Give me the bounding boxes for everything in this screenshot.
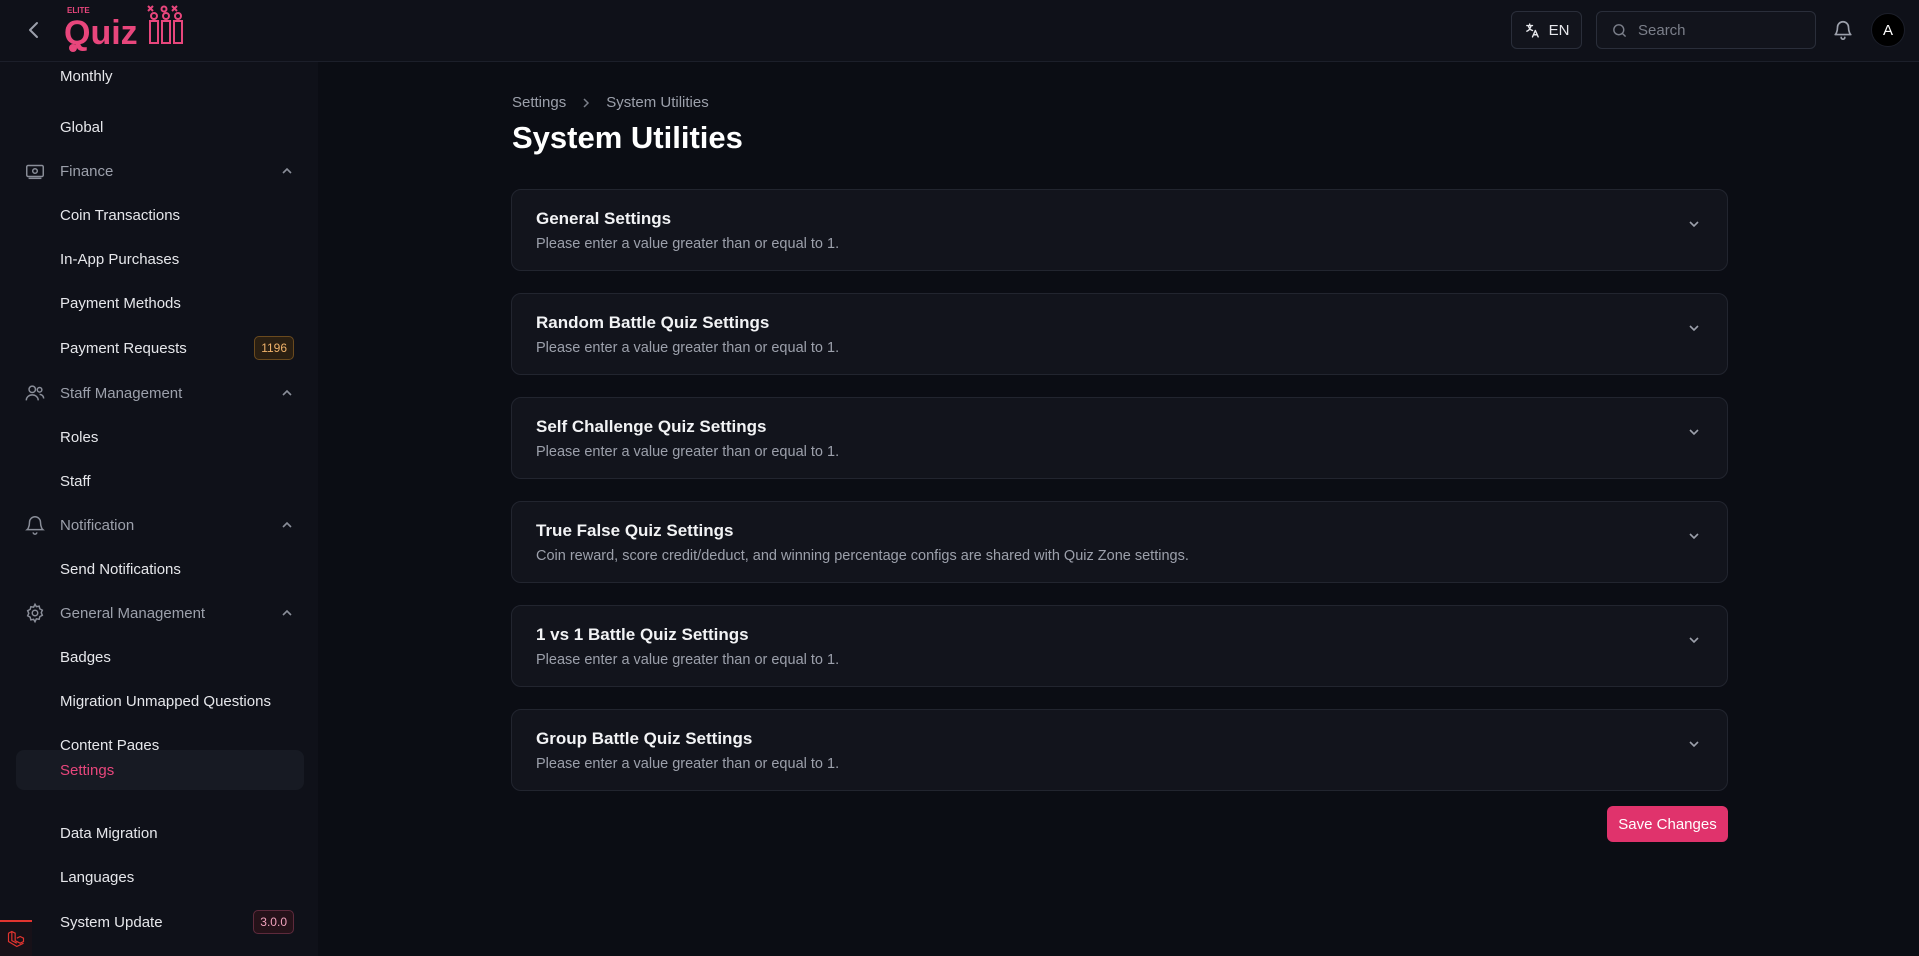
section-1v1-battle-quiz-settings[interactable]: 1 vs 1 Battle Quiz Settings Please enter… xyxy=(511,605,1728,687)
money-icon xyxy=(26,164,44,180)
sidebar-item-label: Notification xyxy=(60,516,135,534)
sidebar-item-label: Coin Transactions xyxy=(60,206,181,224)
users-icon xyxy=(25,385,45,401)
sidebar-item-languages[interactable]: Languages xyxy=(16,857,304,897)
breadcrumb-settings[interactable]: Settings xyxy=(512,94,566,111)
sidebar-item-migration-unmapped-questions[interactable]: Migration Unmapped Questions xyxy=(16,681,304,721)
section-description: Please enter a value greater than or equ… xyxy=(536,444,840,460)
section-description: Coin reward, score credit/deduct, and wi… xyxy=(536,548,1189,564)
sidebar-item-monthly[interactable]: Monthly xyxy=(16,62,304,96)
sidebar-item-in-app-purchases[interactable]: In-App Purchases xyxy=(16,239,304,279)
sidebar-item-label: In-App Purchases xyxy=(60,250,180,268)
chevron-right-icon xyxy=(583,97,590,108)
language-label: EN xyxy=(1548,21,1570,39)
search-box xyxy=(1596,11,1816,49)
section-description: Please enter a value greater than or equ… xyxy=(536,340,840,356)
page-title: System Utilities xyxy=(512,120,743,155)
section-title: Group Battle Quiz Settings xyxy=(536,729,753,748)
sidebar-item-label: Finance xyxy=(60,162,114,180)
chevron-up-icon xyxy=(282,389,292,396)
laravel-logo-icon[interactable] xyxy=(0,920,32,956)
sidebar-item-label: Staff Management xyxy=(60,384,183,402)
section-description: Please enter a value greater than or equ… xyxy=(536,756,840,772)
gear-icon xyxy=(26,602,44,624)
sidebar-item-staff[interactable]: Staff xyxy=(16,461,304,501)
sidebar-group-notification[interactable]: Notification xyxy=(16,505,304,545)
search-icon xyxy=(1613,23,1626,37)
sidebar-item-label: Monthly xyxy=(60,67,113,85)
bell-icon xyxy=(25,516,45,535)
sidebar: Monthly Global Finance Coin Transactions… xyxy=(0,62,318,956)
sidebar-item-label: Settings xyxy=(60,761,115,779)
count-badge: 1196 xyxy=(254,336,294,360)
breadcrumb-current: System Utilities xyxy=(606,94,709,111)
section-random-battle-quiz-settings[interactable]: Random Battle Quiz Settings Please enter… xyxy=(511,293,1728,375)
sidebar-item-label: Payment Methods xyxy=(60,294,181,312)
sidebar-item-label: System Update xyxy=(60,913,163,931)
section-self-challenge-quiz-settings[interactable]: Self Challenge Quiz Settings Please ente… xyxy=(511,397,1728,479)
section-title: 1 vs 1 Battle Quiz Settings xyxy=(536,625,749,644)
chevron-up-icon xyxy=(282,609,292,616)
save-changes-button[interactable]: Save Changes xyxy=(1607,806,1728,842)
sidebar-item-label: Languages xyxy=(60,868,135,886)
back-arrow-icon[interactable] xyxy=(24,19,44,41)
version-badge: 3.0.0 xyxy=(253,910,294,934)
section-general-settings[interactable]: General Settings Please enter a value gr… xyxy=(511,189,1728,271)
translate-icon xyxy=(1525,22,1539,38)
sidebar-item-label: Migration Unmapped Questions xyxy=(60,692,271,710)
sidebar-item-label: Data Migration xyxy=(60,824,158,842)
sidebar-item-badges[interactable]: Badges xyxy=(16,637,304,677)
sidebar-item-payment-methods[interactable]: Payment Methods xyxy=(16,283,304,323)
top-bar: ELITE Quiz EN A xyxy=(0,0,1919,62)
app-logo[interactable]: ELITE Quiz xyxy=(62,4,194,56)
chevron-up-icon xyxy=(282,167,292,174)
sidebar-item-label: Badges xyxy=(60,648,111,666)
section-title: General Settings xyxy=(536,209,672,228)
sidebar-item-label: General Management xyxy=(60,604,206,622)
chevron-up-icon xyxy=(282,521,292,528)
sidebar-item-send-notifications[interactable]: Send Notifications xyxy=(16,549,304,589)
sidebar-item-roles[interactable]: Roles xyxy=(16,417,304,457)
sidebar-group-finance[interactable]: Finance xyxy=(16,151,304,191)
section-description: Please enter a value greater than or equ… xyxy=(536,652,840,668)
section-group-battle-quiz-settings[interactable]: Group Battle Quiz Settings Please enter … xyxy=(511,709,1728,791)
chevron-down-icon xyxy=(1689,429,1699,436)
sidebar-item-label: Global xyxy=(60,118,104,136)
sidebar-item-label: Payment Requests xyxy=(60,339,187,357)
chevron-down-icon xyxy=(1689,533,1699,540)
sidebar-item-settings[interactable]: Settings xyxy=(16,750,304,790)
chevron-down-icon xyxy=(1689,221,1699,228)
section-true-false-quiz-settings[interactable]: True False Quiz Settings Coin reward, sc… xyxy=(511,501,1728,583)
user-avatar[interactable]: A xyxy=(1871,13,1905,47)
sidebar-item-global[interactable]: Global xyxy=(16,107,304,147)
breadcrumb: Settings System Utilities xyxy=(512,94,709,111)
sidebar-item-system-update[interactable]: System Update 3.0.0 xyxy=(16,902,304,942)
sidebar-item-label: Roles xyxy=(60,428,99,446)
sidebar-group-staff-management[interactable]: Staff Management xyxy=(16,373,304,413)
sidebar-item-data-migration[interactable]: Data Migration xyxy=(16,813,304,853)
sidebar-item-label: Staff xyxy=(60,472,91,490)
section-description: Please enter a value greater than or equ… xyxy=(536,236,840,252)
section-title: True False Quiz Settings xyxy=(536,521,734,540)
sidebar-item-label: Send Notifications xyxy=(60,560,181,578)
sidebar-group-general-management[interactable]: General Management xyxy=(16,593,304,633)
sidebar-item-coin-transactions[interactable]: Coin Transactions xyxy=(16,195,304,235)
chevron-down-icon xyxy=(1689,637,1699,644)
sidebar-item-payment-requests[interactable]: Payment Requests 1196 xyxy=(16,328,304,368)
section-title: Random Battle Quiz Settings xyxy=(536,313,770,332)
chevron-down-icon xyxy=(1689,741,1699,748)
search-input[interactable] xyxy=(1638,21,1798,39)
notifications-bell-icon[interactable] xyxy=(1832,19,1854,41)
chevron-down-icon xyxy=(1689,325,1699,332)
language-button[interactable]: EN xyxy=(1511,11,1582,49)
section-title: Self Challenge Quiz Settings xyxy=(536,417,767,436)
